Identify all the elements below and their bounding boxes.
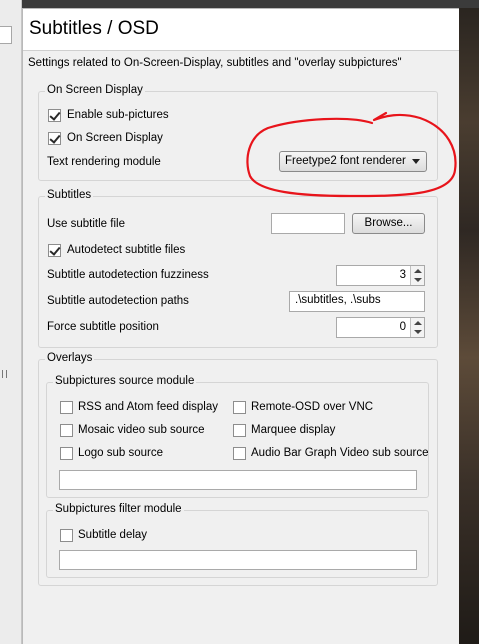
enable-subpictures-label: Enable sub-pictures xyxy=(67,109,169,121)
autodetect-checkbox[interactable] xyxy=(48,244,61,257)
paths-label: Subtitle autodetection paths xyxy=(47,295,189,307)
on-screen-display-label: On Screen Display xyxy=(67,132,163,144)
enable-subpictures-checkbox[interactable] xyxy=(48,109,61,122)
source-module-group: Subpictures source module RSS and Atom f… xyxy=(46,375,429,498)
logo-label: Logo sub source xyxy=(78,447,164,459)
fuzziness-label: Subtitle autodetection fuzziness xyxy=(47,269,209,281)
subtitles-group-legend: Subtitles xyxy=(45,189,94,201)
title-area: Subtitles / OSD xyxy=(23,8,460,50)
fuzziness-spinbox[interactable]: 3 xyxy=(336,265,425,286)
logo-checkbox[interactable] xyxy=(60,447,73,460)
rss-feed-checkbox[interactable] xyxy=(60,401,73,414)
osd-group-legend: On Screen Display xyxy=(45,84,145,96)
rss-feed-label: RSS and Atom feed display xyxy=(78,401,218,413)
spin-up-icon[interactable] xyxy=(414,269,422,273)
fuzziness-value: 3 xyxy=(399,269,406,281)
force-position-value: 0 xyxy=(399,321,406,333)
browse-button[interactable]: Browse... xyxy=(352,213,425,234)
subtitle-file-input[interactable] xyxy=(271,213,345,234)
page-description: Settings related to On-Screen-Display, s… xyxy=(28,57,402,69)
filter-module-text[interactable] xyxy=(59,550,417,570)
remote-osd-checkbox[interactable] xyxy=(233,401,246,414)
on-screen-display-checkbox[interactable] xyxy=(48,132,61,145)
overlays-group: Overlays Subpictures source module RSS a… xyxy=(38,352,438,586)
mosaic-label: Mosaic video sub source xyxy=(78,424,205,436)
subtitles-group: Subtitles Use subtitle file Browse... Au… xyxy=(38,189,438,348)
force-position-spinbox[interactable]: 0 xyxy=(336,317,425,338)
spin-arrows[interactable] xyxy=(410,266,424,285)
subtitle-delay-label: Subtitle delay xyxy=(78,529,148,541)
autodetect-label: Autodetect subtitle files xyxy=(67,244,186,256)
text-rendering-select[interactable]: Freetype2 font renderer xyxy=(279,151,427,172)
category-sidebar xyxy=(0,0,22,644)
spin-down-icon[interactable] xyxy=(414,278,422,282)
source-module-legend: Subpictures source module xyxy=(53,375,197,387)
settings-panel: Subtitles / OSD Settings related to On-S… xyxy=(22,8,460,644)
splitter-handle[interactable] xyxy=(2,370,7,378)
use-subtitle-file-label: Use subtitle file xyxy=(47,218,125,230)
window-top-edge xyxy=(0,0,479,8)
marquee-label: Marquee display xyxy=(251,424,336,436)
text-rendering-value: Freetype2 font renderer xyxy=(285,155,406,167)
text-rendering-label: Text rendering module xyxy=(47,156,161,168)
audio-bar-graph-label: Audio Bar Graph Video sub source xyxy=(251,447,429,459)
overlays-group-legend: Overlays xyxy=(45,352,95,364)
osd-group: On Screen Display Enable sub-pictures On… xyxy=(38,84,438,181)
background-photo xyxy=(459,8,479,644)
audio-bar-graph-checkbox[interactable] xyxy=(233,447,246,460)
page-title: Subtitles / OSD xyxy=(29,18,159,39)
spin-up-icon[interactable] xyxy=(414,321,422,325)
spin-arrows[interactable] xyxy=(410,318,424,337)
sidebar-input-fragment[interactable] xyxy=(0,26,12,44)
subtitle-delay-checkbox[interactable] xyxy=(60,529,73,542)
divider xyxy=(23,50,460,51)
force-position-label: Force subtitle position xyxy=(47,321,159,333)
spin-down-icon[interactable] xyxy=(414,330,422,334)
chevron-down-icon xyxy=(412,159,420,164)
source-module-text[interactable] xyxy=(59,470,417,490)
remote-osd-label: Remote-OSD over VNC xyxy=(251,401,374,413)
marquee-checkbox[interactable] xyxy=(233,424,246,437)
filter-module-group: Subpictures filter module Subtitle delay xyxy=(46,503,429,578)
paths-input[interactable]: .\subtitles, .\subs xyxy=(289,291,425,312)
mosaic-checkbox[interactable] xyxy=(60,424,73,437)
filter-module-legend: Subpictures filter module xyxy=(53,503,184,515)
